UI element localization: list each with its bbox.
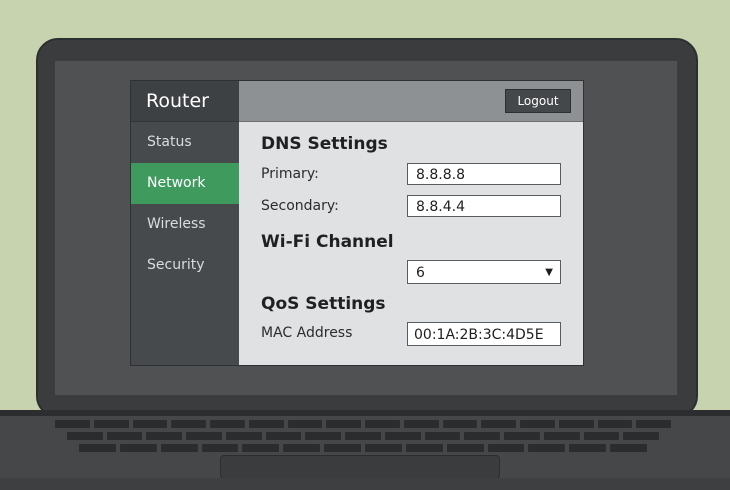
keyboard-key bbox=[583, 432, 620, 440]
primary-dns-input[interactable]: 8.8.8.8 bbox=[407, 163, 561, 185]
keyboard-key bbox=[305, 432, 342, 440]
sidebar-item-status[interactable]: Status bbox=[131, 122, 239, 163]
keyboard-key bbox=[384, 432, 421, 440]
sidebar-item-wireless[interactable]: Wireless bbox=[131, 204, 239, 245]
top-bar: Logout bbox=[239, 81, 583, 122]
dns-settings-heading: DNS Settings bbox=[261, 134, 388, 154]
keyboard-key bbox=[403, 420, 439, 428]
app-title: Router bbox=[131, 81, 239, 122]
secondary-dns-input[interactable]: 8.8.4.4 bbox=[407, 195, 561, 217]
keyboard-key bbox=[464, 432, 501, 440]
wifi-channel-select[interactable]: 6 ▼ bbox=[407, 260, 561, 284]
keyboard-key bbox=[442, 420, 478, 428]
caret-down-icon: ▼ bbox=[545, 267, 553, 278]
keyboard-key bbox=[201, 444, 239, 452]
keyboard-key bbox=[528, 444, 566, 452]
router-admin-window: Router Status Network Wireless Security … bbox=[130, 80, 584, 366]
keyboard-key bbox=[543, 432, 580, 440]
sidebar: Router Status Network Wireless Security bbox=[131, 81, 239, 365]
keyboard-key bbox=[597, 420, 633, 428]
keyboard-key bbox=[446, 444, 484, 452]
secondary-dns-label: Secondary: bbox=[261, 198, 339, 214]
keyboard-key bbox=[132, 420, 168, 428]
keyboard-key bbox=[67, 432, 103, 440]
keyboard-key bbox=[487, 444, 525, 452]
keyboard-key bbox=[326, 420, 361, 428]
keyboard-key bbox=[481, 420, 516, 428]
keyboard-key bbox=[79, 444, 116, 452]
keyboard-key bbox=[287, 420, 323, 428]
keyboard-key bbox=[569, 444, 607, 452]
wifi-channel-heading: Wi-Fi Channel bbox=[261, 232, 394, 252]
keyboard-key bbox=[283, 444, 321, 452]
keyboard-key bbox=[106, 432, 143, 440]
keyboard-key bbox=[520, 420, 555, 428]
keyboard-key bbox=[265, 432, 302, 440]
qos-settings-heading: QoS Settings bbox=[261, 294, 386, 314]
keyboard-key bbox=[324, 444, 361, 452]
mac-address-label: MAC Address bbox=[261, 325, 353, 341]
keyboard-key bbox=[225, 432, 262, 440]
keyboard-key bbox=[242, 444, 280, 452]
keyboard-key bbox=[636, 420, 671, 428]
keyboard-key bbox=[171, 420, 206, 428]
keyboard-key bbox=[210, 420, 245, 428]
touchpad bbox=[220, 455, 500, 479]
wifi-channel-value: 6 bbox=[416, 265, 425, 281]
keyboard-key bbox=[186, 432, 222, 440]
sidebar-item-network[interactable]: Network bbox=[131, 163, 239, 204]
keyboard-key bbox=[119, 444, 157, 452]
keyboard-key bbox=[55, 420, 90, 428]
keyboard-key bbox=[504, 432, 540, 440]
logout-button[interactable]: Logout bbox=[505, 89, 571, 113]
key-row bbox=[55, 444, 675, 452]
keyboard-key bbox=[405, 444, 443, 452]
keyboard-key bbox=[248, 420, 284, 428]
keyboard-key bbox=[610, 444, 647, 452]
keyboard-key bbox=[623, 432, 659, 440]
keyboard-key bbox=[345, 432, 381, 440]
keyboard-key bbox=[365, 444, 402, 452]
keyboard-key bbox=[93, 420, 129, 428]
keyboard bbox=[55, 416, 675, 456]
keyboard-key bbox=[160, 444, 198, 452]
mac-address-input[interactable]: 00:1A:2B:3C:4D5E bbox=[407, 322, 561, 346]
sidebar-item-security[interactable]: Security bbox=[131, 245, 239, 286]
keyboard-key bbox=[146, 432, 183, 440]
key-row bbox=[55, 432, 675, 440]
settings-content: DNS Settings Primary: 8.8.8.8 Secondary:… bbox=[239, 122, 583, 365]
primary-dns-label: Primary: bbox=[261, 166, 319, 182]
key-row bbox=[55, 420, 675, 428]
laptop-front-edge bbox=[0, 478, 730, 490]
keyboard-key bbox=[558, 420, 594, 428]
keyboard-key bbox=[424, 432, 461, 440]
keyboard-key bbox=[365, 420, 400, 428]
